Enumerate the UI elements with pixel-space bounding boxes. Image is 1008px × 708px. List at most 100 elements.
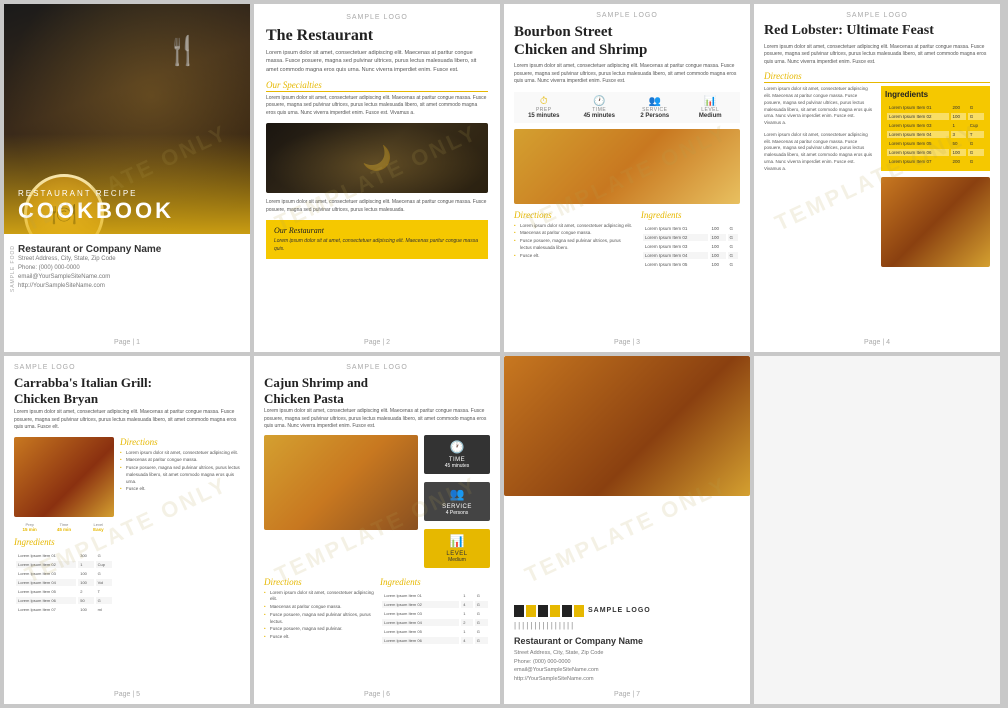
- image-column: Ingredients Lorem Ipsum Item 01200G Lore…: [881, 86, 990, 267]
- ingredients-table: Lorem Ipsum Item 01300G Lorem Ipsum Item…: [14, 550, 114, 615]
- bar-6: [574, 605, 584, 617]
- table-row: Lorem Ipsum Item 01100G: [643, 225, 738, 232]
- direction-item: Maecenas at paritur congue massa.: [514, 230, 633, 237]
- table-row: Lorem Ipsum Item 05100G: [643, 261, 738, 268]
- page-back-cover: SAMPLE LOGO ||||||||||||||| Restaurant o…: [504, 356, 750, 704]
- stat-service: 👥 Service 2 Persons: [629, 96, 681, 119]
- intro-text: Lorem ipsum dolor sit amet, consectetuer…: [264, 408, 490, 431]
- directions-title: Directions: [264, 577, 374, 587]
- logo-area: SAMPLE LOGO: [514, 605, 740, 617]
- prep-icon: ⏱: [518, 96, 570, 107]
- table-row: Lorem Ipsum Item 011G: [382, 592, 488, 599]
- page-title: Red Lobster: Ultimate Feast: [764, 23, 990, 40]
- food-image: [514, 129, 740, 204]
- ingredients-title: Ingredients: [641, 210, 740, 220]
- table-row: Lorem Ipsum Item 031G: [382, 610, 488, 617]
- table-row: Lorem Ipsum Item 02100G: [643, 234, 738, 241]
- phone: Phone: (000) 000-0000: [514, 658, 740, 667]
- service-icon: 👥: [429, 487, 485, 502]
- content-row: Directions Lorem ipsum dolor sit amet, c…: [514, 210, 740, 270]
- sample-logo: SAMPLE LOGO: [346, 364, 408, 371]
- ingredients-column: Ingredients Lorem Ipsum Item 01100G Lore…: [641, 210, 740, 270]
- side-text: SAMPLE FOOD: [10, 245, 16, 292]
- table-row: Lorem Ipsum Item 07200G: [887, 158, 984, 165]
- intro-text: Lorem ipsum dolor sit amet, consectetuer…: [14, 409, 240, 432]
- table-row: Lorem Ipsum Item 06100G: [887, 149, 984, 156]
- directions-text: Lorem ipsum dolor sit amet, consectetuer…: [764, 86, 873, 127]
- directions-column: Directions Lorem ipsum dolor sit amet, c…: [514, 210, 633, 270]
- food-image: [264, 435, 418, 530]
- direction-item: Lorem ipsum dolor sit amet, consectetuer…: [264, 590, 374, 604]
- table-row: Lorem Ipsum Item 02100G: [887, 113, 984, 120]
- website: http://YourSampleSiteName.com: [514, 675, 740, 684]
- page-carrabbas: SAMPLE LOGO Carrabba's Italian Grill: Ch…: [4, 356, 250, 704]
- email: email@YourSampleSiteName.com: [514, 666, 740, 675]
- page-number: Page | 3: [614, 339, 640, 346]
- direction-item: Fusce posuere, magna sed pulvinar ultric…: [120, 465, 240, 485]
- table-row: Lorem Ipsum Item 01200G: [887, 104, 984, 111]
- specialties-title: Our Specialties: [266, 80, 488, 92]
- right-column: 🕐 Time 45 minutes 👥 Service 4 Persons 📊 …: [424, 435, 490, 572]
- page-number: Page | 2: [364, 339, 390, 346]
- food-image: [14, 437, 114, 517]
- bar-3: [538, 605, 548, 617]
- sample-logo: SAMPLE LOGO: [346, 14, 408, 21]
- bar-2: [526, 605, 536, 617]
- table-row: Lorem Ipsum Item 051G: [382, 628, 488, 635]
- address: Street Address, City, State, Zip Code: [18, 255, 236, 264]
- ingredients-title: Ingredients: [885, 90, 986, 99]
- page-restaurant: SAMPLE LOGO The Restaurant Lorem ipsum d…: [254, 4, 500, 352]
- food-image: [504, 356, 750, 496]
- restaurant-name: Restaurant or Company Name: [18, 244, 236, 255]
- restaurant-name: Restaurant or Company Name: [514, 636, 740, 646]
- stat-level: 📊 Level Medium: [685, 96, 737, 119]
- page-number: Page | 4: [864, 339, 890, 346]
- directions-title: Directions: [764, 71, 990, 83]
- stat-level: 📊 Level Medium: [424, 529, 490, 568]
- page-cover: 🍴 🍽 Restaurant Recipe COOKBOOK SAMPLE FO…: [4, 4, 250, 352]
- page-number: Page | 7: [614, 691, 640, 698]
- intro-text: Lorem ipsum dolor sit amet, consectetuer…: [764, 44, 990, 67]
- time-icon: 🕐: [429, 440, 485, 455]
- content-row: Prep15 min Time45 min LevelEasy Ingredie…: [14, 437, 240, 615]
- stat-service: 👥 Service 4 Persons: [424, 482, 490, 521]
- address: Street Address, City, State, Zip Code: [514, 649, 740, 658]
- page-number: Page | 5: [114, 691, 140, 698]
- phone: Phone: (000) 000-0000: [18, 264, 236, 273]
- ingredients-title: Ingredients: [14, 537, 114, 547]
- intro-text: Lorem ipsum dolor sit amet, consectetuer…: [514, 63, 740, 86]
- email: email@YourSampleSiteName.com: [18, 273, 236, 282]
- highlight-title: Our Restaurant: [274, 226, 480, 235]
- stat-time: 🕐 Time 45 minutes: [424, 435, 490, 474]
- directions-ingredients-row: Directions Lorem ipsum dolor sit amet, c…: [264, 577, 490, 646]
- level-icon: 📊: [429, 534, 485, 549]
- table-row: Lorem Ipsum Item 042G: [382, 619, 488, 626]
- text-column: Lorem ipsum dolor sit amet, consectetuer…: [764, 86, 873, 267]
- page-number: Page | 6: [364, 691, 390, 698]
- ingredients-column: Ingredients Lorem Ipsum Item 011G Lorem …: [380, 577, 490, 646]
- table-row: Lorem Ipsum Item 04100Vol: [16, 579, 112, 586]
- back-cover-info: SAMPLE LOGO ||||||||||||||| Restaurant o…: [514, 605, 740, 684]
- stats-mini: Prep15 min Time45 min LevelEasy: [14, 522, 114, 532]
- left-column: [264, 435, 418, 572]
- body-text-1: Lorem ipsum dolor sit amet, consectetuer…: [266, 95, 488, 118]
- direction-item: Fusce posuere, magna sed pulvinar ultric…: [514, 238, 633, 252]
- content-row: Lorem ipsum dolor sit amet, consectetuer…: [764, 86, 990, 267]
- table-row: Lorem Ipsum Item 03100G: [643, 243, 738, 250]
- table-row: Lorem Ipsum Item 043T: [887, 131, 984, 138]
- right-column: Directions Lorem ipsum dolor sit amet, c…: [120, 437, 240, 615]
- page-number: Page | 1: [114, 339, 140, 346]
- ingredients-table: Lorem Ipsum Item 01200G Lorem Ipsum Item…: [885, 102, 986, 167]
- table-row: Lorem Ipsum Item 04100G: [643, 252, 738, 259]
- ingredients-table: Lorem Ipsum Item 011G Lorem Ipsum Item 0…: [380, 590, 490, 646]
- time-icon: 🕐: [574, 96, 626, 107]
- page-empty: [754, 356, 1000, 704]
- page-red-lobster: SAMPLE LOGO Red Lobster: Ultimate Feast …: [754, 4, 1000, 352]
- content-row: 🕐 Time 45 minutes 👥 Service 4 Persons 📊 …: [264, 435, 490, 572]
- table-row: Lorem Ipsum Item 031Cup: [887, 122, 984, 129]
- directions-title: Directions: [514, 210, 633, 220]
- page-bourbon-street: SAMPLE LOGO Bourbon Street Chicken and S…: [504, 4, 750, 352]
- page-title: Carrabba's Italian Grill: Chicken Bryan: [14, 375, 240, 406]
- directions-title: Directions: [120, 437, 240, 447]
- barcode: |||||||||||||||: [514, 621, 740, 630]
